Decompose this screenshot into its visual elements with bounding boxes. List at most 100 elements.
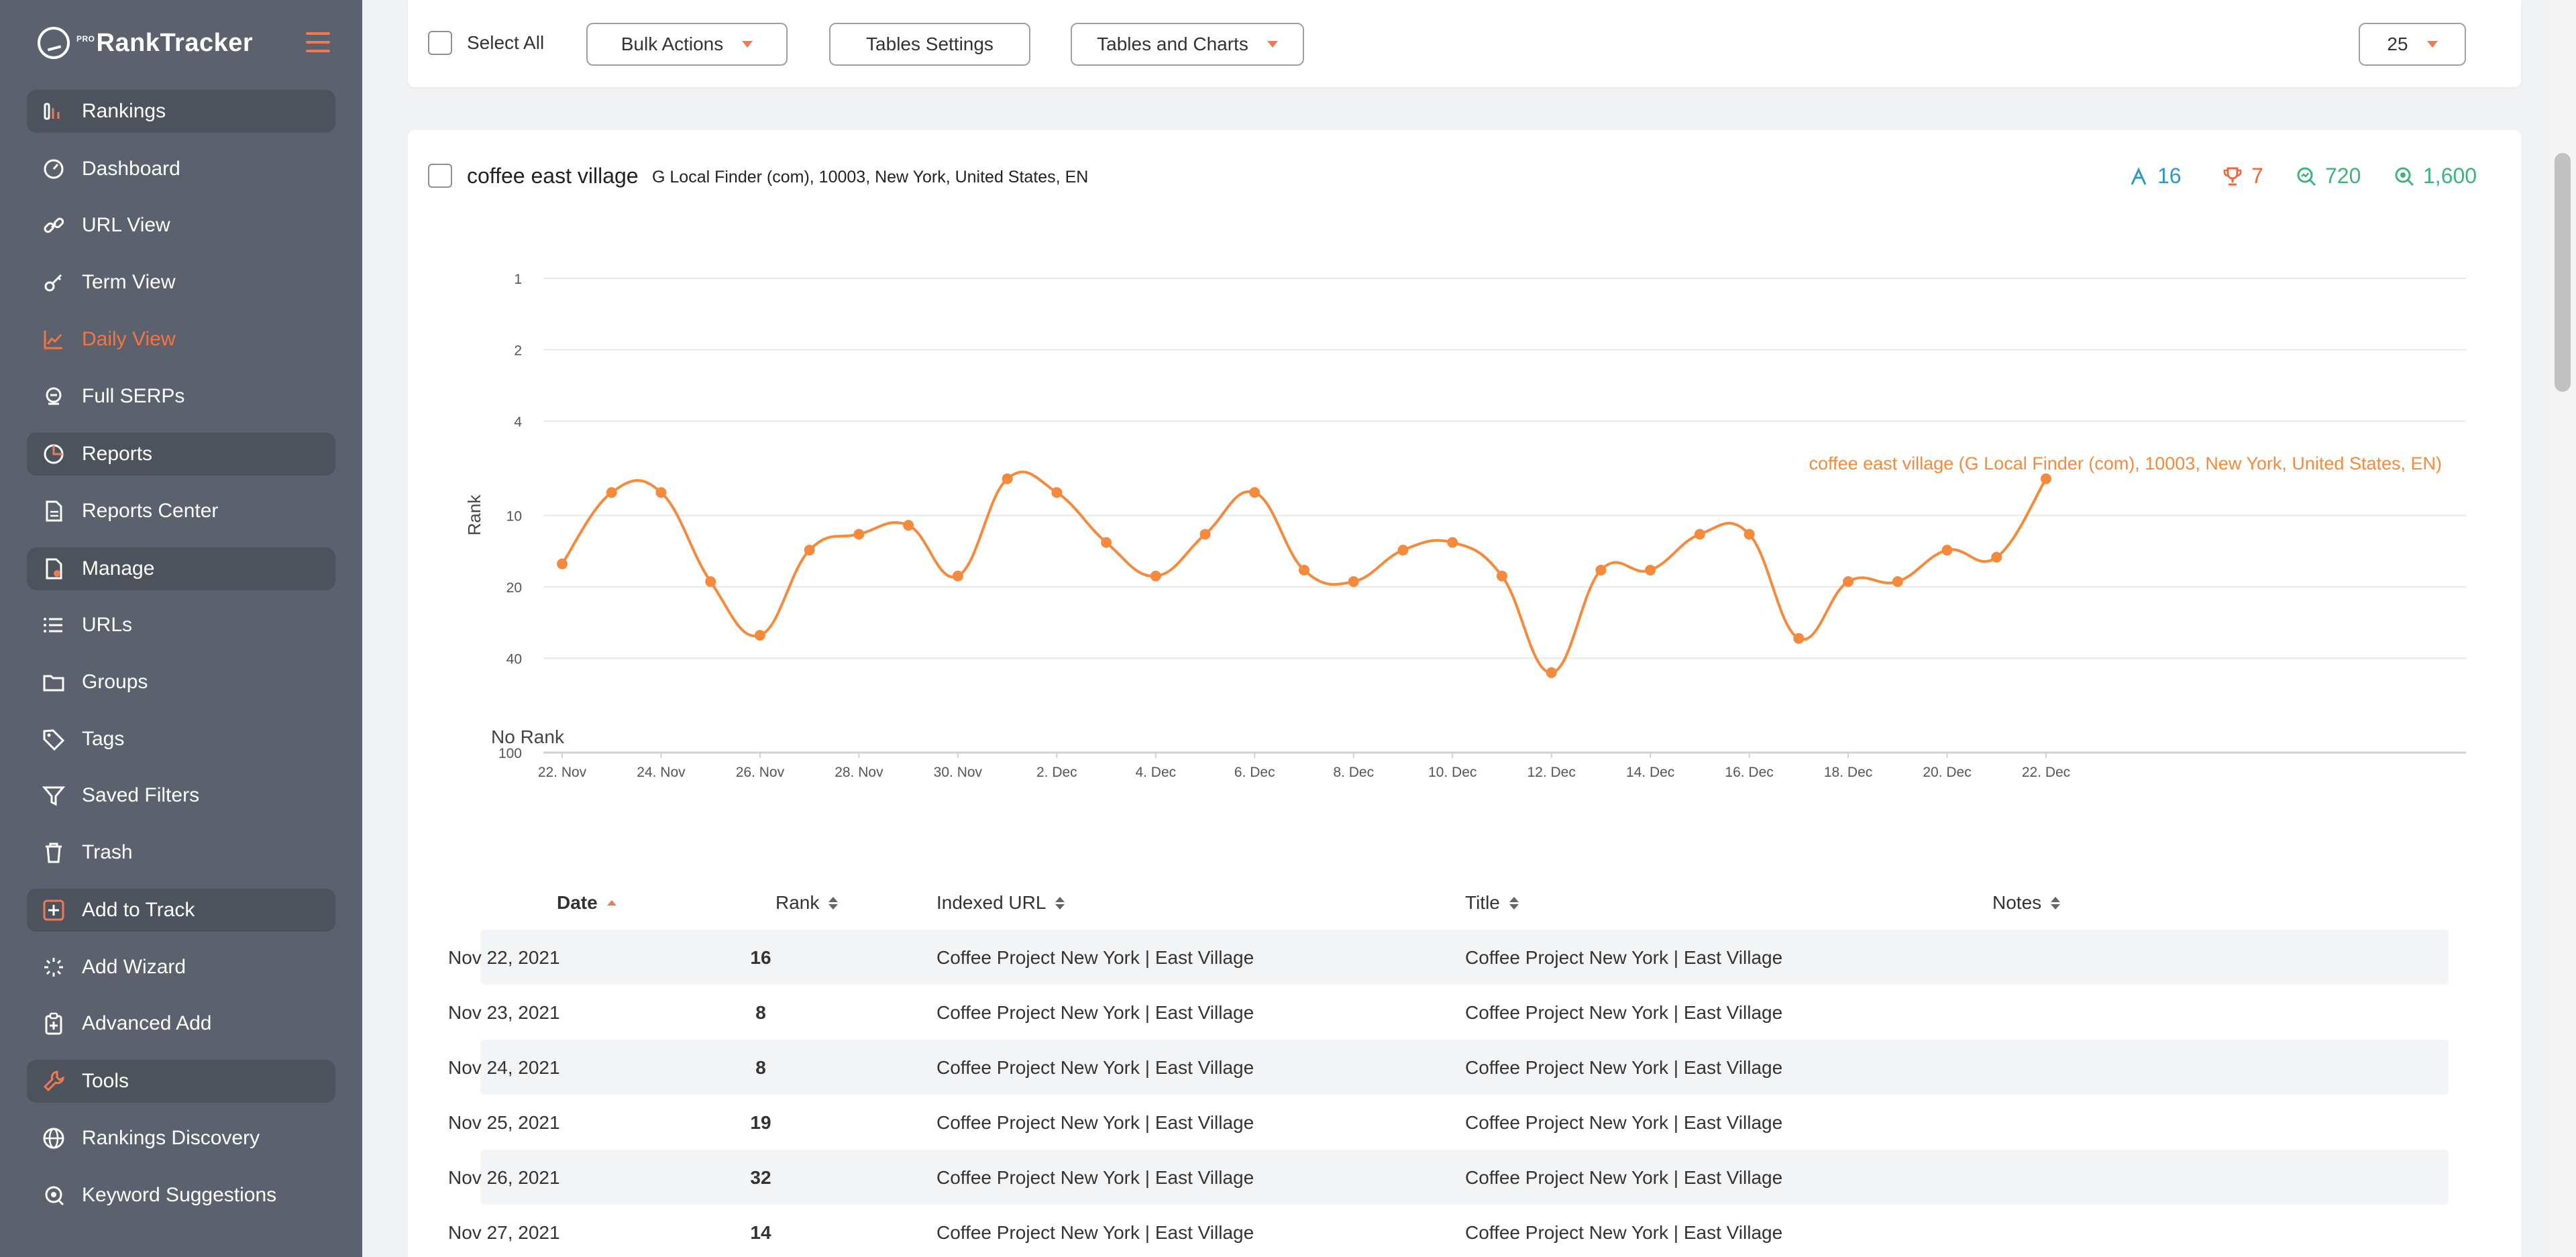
plus-square-icon bbox=[40, 897, 67, 924]
cell-rank: 14 bbox=[750, 1222, 771, 1243]
x-tick-label: 22. Nov bbox=[538, 765, 587, 780]
sidebar-item-tags[interactable]: Tags bbox=[27, 718, 335, 761]
table-row: Nov 22, 2021 16 Coffee Project New York | … bbox=[448, 930, 2449, 985]
rankings-icon bbox=[40, 98, 67, 125]
sidebar-item-reports[interactable]: Reports bbox=[27, 433, 335, 476]
sidebar-item-daily-view[interactable]: Daily View bbox=[27, 318, 335, 361]
column-header-date-label: Date bbox=[557, 892, 598, 913]
folder-icon bbox=[40, 669, 67, 696]
cell-url: Coffee Project New York | East Village bbox=[936, 1057, 1254, 1078]
y-tick-label: 2 bbox=[514, 343, 522, 358]
sidebar-item-full-serps[interactable]: Full SERPs bbox=[27, 375, 335, 418]
logo-text: RankTracker bbox=[96, 28, 254, 57]
sidebar-item-reports-center[interactable]: Reports Center bbox=[27, 490, 335, 533]
column-header-url[interactable]: Indexed URL bbox=[936, 892, 1065, 914]
tables-and-charts-dropdown[interactable]: Tables and Charts bbox=[1071, 23, 1304, 66]
wizard-icon bbox=[40, 954, 67, 981]
cell-url: Coffee Project New York | East Village bbox=[936, 1167, 1254, 1188]
sidebar-item-add-to-track[interactable]: Add to Track bbox=[27, 889, 335, 932]
data-point bbox=[606, 487, 617, 498]
page-scrollbar[interactable] bbox=[2549, 0, 2576, 1257]
sidebar-item-label: Reports bbox=[82, 443, 153, 465]
y-tick-label: 4 bbox=[514, 415, 522, 430]
x-tick-label: 28. Nov bbox=[835, 765, 883, 780]
serp-icon bbox=[40, 383, 67, 410]
hamburger-menu-icon[interactable] bbox=[306, 32, 330, 52]
bulk-actions-label: Bulk Actions bbox=[621, 34, 724, 54]
table-row: Nov 23, 2021 8 Coffee Project New York | E… bbox=[448, 985, 2449, 1040]
sidebar-item-tools[interactable]: Tools bbox=[27, 1060, 335, 1103]
per-page-select[interactable]: 25 bbox=[2359, 23, 2466, 66]
data-point bbox=[1249, 487, 1260, 498]
sidebar-item-term-view[interactable]: Term View bbox=[27, 261, 335, 304]
data-point bbox=[1150, 570, 1161, 582]
key-icon bbox=[40, 269, 67, 296]
column-header-notes-label: Notes bbox=[1992, 892, 2042, 913]
cell-date: Nov 27, 2021 bbox=[448, 1222, 560, 1243]
sidebar-item-url-view[interactable]: URL View bbox=[27, 204, 335, 247]
cell-url: Coffee Project New York | East Village bbox=[936, 1002, 1254, 1023]
cell-date: Nov 24, 2021 bbox=[448, 1057, 560, 1078]
sidebar-item-label: Full SERPs bbox=[82, 385, 185, 407]
select-all-checkbox[interactable] bbox=[428, 31, 452, 55]
data-point bbox=[1496, 570, 1507, 582]
sidebar-item-saved-filters[interactable]: Saved Filters bbox=[27, 774, 335, 817]
sidebar-item-urls[interactable]: URLs bbox=[27, 604, 335, 647]
logo-prefix: PRO bbox=[76, 34, 95, 44]
sidebar-item-trash[interactable]: Trash bbox=[27, 831, 335, 874]
column-header-notes[interactable]: Notes bbox=[1992, 892, 2061, 914]
data-point bbox=[754, 630, 765, 641]
sidebar-item-rankings-discovery[interactable]: Rankings Discovery bbox=[27, 1117, 335, 1160]
data-point bbox=[1299, 564, 1309, 576]
y-tick-label: 40 bbox=[506, 651, 522, 667]
pie-chart-icon bbox=[40, 441, 67, 468]
bulk-actions-dropdown[interactable]: Bulk Actions bbox=[586, 23, 788, 66]
manage-icon bbox=[40, 555, 67, 582]
sidebar-item-label: Rankings Discovery bbox=[82, 1127, 260, 1149]
app-logo[interactable]: PRORankTracker bbox=[38, 24, 253, 62]
x-tick-label: 24. Nov bbox=[637, 765, 686, 780]
sidebar-item-advanced-add[interactable]: Advanced Add bbox=[27, 1002, 335, 1045]
sidebar-item-groups[interactable]: Groups bbox=[27, 661, 335, 704]
data-point bbox=[804, 545, 815, 556]
data-point bbox=[1199, 529, 1211, 540]
tables-settings-button[interactable]: Tables Settings bbox=[829, 23, 1030, 66]
y-tick-label: 20 bbox=[506, 580, 522, 596]
sidebar-item-label: Keyword Suggestions bbox=[82, 1184, 277, 1206]
chevron-down-icon bbox=[2426, 41, 2438, 48]
x-tick-label: 10. Dec bbox=[1428, 765, 1477, 780]
data-point bbox=[1991, 551, 2002, 563]
scrollbar-thumb[interactable] bbox=[2555, 153, 2571, 392]
column-header-rank[interactable]: Rank bbox=[775, 892, 839, 914]
data-point bbox=[1941, 545, 1953, 556]
filter-icon bbox=[40, 782, 67, 809]
series-label: coffee east village (G Local Finder (com… bbox=[1809, 453, 2442, 474]
cell-rank: 8 bbox=[755, 1057, 766, 1078]
column-header-date[interactable]: Date bbox=[557, 892, 616, 914]
sidebar-item-add-wizard[interactable]: Add Wizard bbox=[27, 946, 335, 989]
sidebar-item-dashboard[interactable]: Dashboard bbox=[27, 148, 335, 190]
cell-title: Coffee Project New York | East Village bbox=[1465, 1002, 1783, 1023]
sort-icon bbox=[828, 896, 839, 910]
sidebar-item-label: Tags bbox=[82, 728, 125, 750]
x-tick-label: 22. Dec bbox=[2022, 765, 2070, 780]
data-point bbox=[2041, 473, 2051, 484]
sidebar-item-label: Dashboard bbox=[82, 158, 180, 180]
column-header-title[interactable]: Title bbox=[1465, 892, 1519, 914]
cell-rank: 16 bbox=[750, 947, 771, 968]
document-icon bbox=[40, 498, 67, 525]
y-axis-label: Rank bbox=[464, 494, 484, 536]
sidebar-item-label: Reports Center bbox=[82, 500, 219, 522]
y-tick-label: 100 bbox=[498, 746, 522, 761]
column-header-rank-label: Rank bbox=[775, 892, 820, 913]
sidebar-item-keyword-suggestions[interactable]: Keyword Suggestions bbox=[27, 1174, 335, 1217]
column-header-url-label: Indexed URL bbox=[936, 892, 1046, 913]
x-tick-label: 8. Dec bbox=[1333, 765, 1374, 780]
table-row: Nov 25, 2021 19 Coffee Project New York | … bbox=[448, 1095, 2449, 1150]
sidebar-item-manage[interactable]: Manage bbox=[27, 547, 335, 590]
select-all-label[interactable]: Select All bbox=[467, 32, 544, 54]
cell-rank: 32 bbox=[750, 1167, 771, 1188]
tables-settings-label: Tables Settings bbox=[866, 34, 994, 54]
x-tick-label: 6. Dec bbox=[1234, 765, 1275, 780]
sidebar-item-rankings[interactable]: Rankings bbox=[27, 90, 335, 133]
